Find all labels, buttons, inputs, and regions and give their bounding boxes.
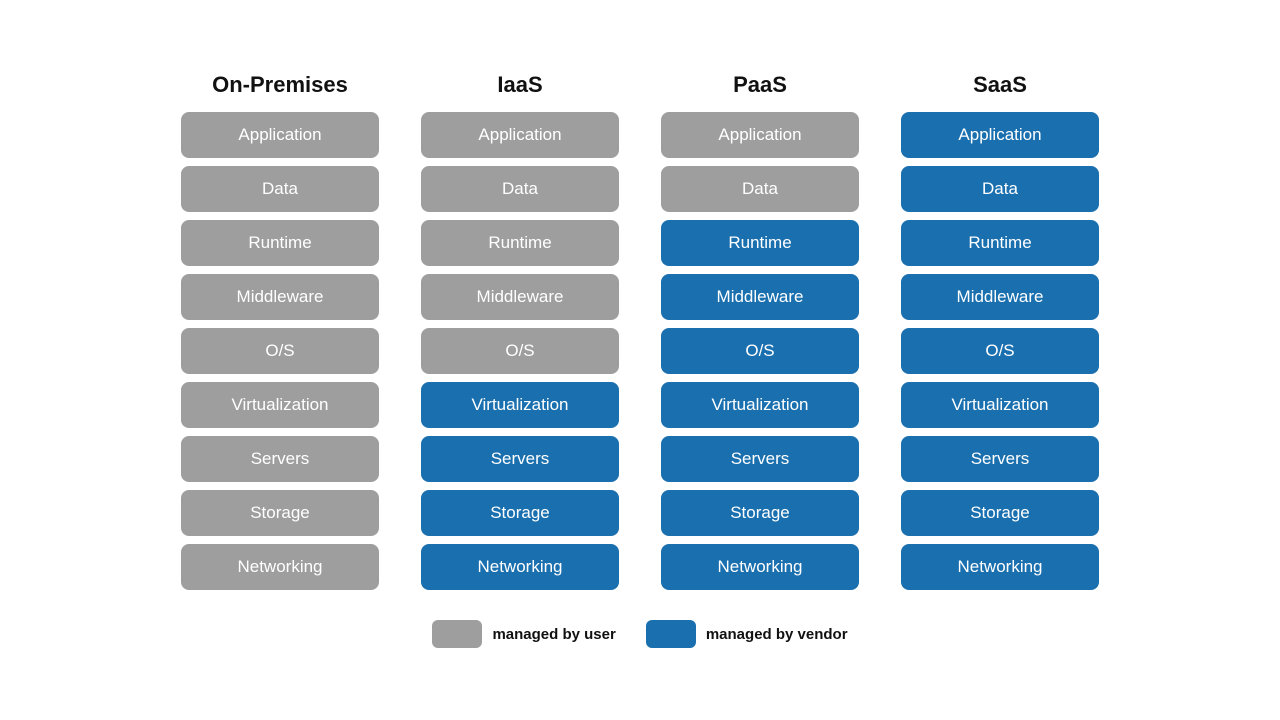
tier-on-premises-storage: Storage — [181, 490, 379, 536]
column-header-on-premises: On-Premises — [212, 72, 348, 98]
tier-iaas-middleware: Middleware — [421, 274, 619, 320]
tier-on-premises-o-s: O/S — [181, 328, 379, 374]
tier-iaas-runtime: Runtime — [421, 220, 619, 266]
tier-paas-storage: Storage — [661, 490, 859, 536]
legend-user-label: managed by user — [492, 626, 615, 643]
tier-saas-virtualization: Virtualization — [901, 382, 1099, 428]
tier-on-premises-application: Application — [181, 112, 379, 158]
column-header-iaas: IaaS — [497, 72, 542, 98]
diagram-container: On-Premises Application Data Runtime Middlew… — [0, 52, 1280, 668]
tier-on-premises-data: Data — [181, 166, 379, 212]
legend-vendor: managed by vendor — [646, 620, 848, 648]
tier-iaas-o-s: O/S — [421, 328, 619, 374]
column-iaas: IaaS Application Data Runtime Middleware O/S V… — [415, 72, 625, 598]
tier-saas-o-s: O/S — [901, 328, 1099, 374]
column-saas: SaaS Application Data Runtime Middleware O/S V… — [895, 72, 1105, 598]
tier-iaas-virtualization: Virtualization — [421, 382, 619, 428]
tier-paas-servers: Servers — [661, 436, 859, 482]
tier-paas-middleware: Middleware — [661, 274, 859, 320]
tier-saas-servers: Servers — [901, 436, 1099, 482]
column-paas: PaaS Application Data Runtime Middleware O/S V… — [655, 72, 865, 598]
column-header-paas: PaaS — [733, 72, 787, 98]
tier-on-premises-networking: Networking — [181, 544, 379, 590]
tier-saas-data: Data — [901, 166, 1099, 212]
tier-paas-data: Data — [661, 166, 859, 212]
legend-vendor-box — [646, 620, 696, 648]
legend: managed by user managed by vendor — [432, 620, 847, 648]
tier-iaas-servers: Servers — [421, 436, 619, 482]
tier-iaas-data: Data — [421, 166, 619, 212]
legend-vendor-label: managed by vendor — [706, 626, 848, 643]
tier-saas-runtime: Runtime — [901, 220, 1099, 266]
tier-paas-runtime: Runtime — [661, 220, 859, 266]
tier-paas-application: Application — [661, 112, 859, 158]
tier-iaas-application: Application — [421, 112, 619, 158]
tier-on-premises-middleware: Middleware — [181, 274, 379, 320]
legend-user: managed by user — [432, 620, 615, 648]
column-header-saas: SaaS — [973, 72, 1027, 98]
tier-paas-virtualization: Virtualization — [661, 382, 859, 428]
tier-iaas-networking: Networking — [421, 544, 619, 590]
tier-saas-storage: Storage — [901, 490, 1099, 536]
tier-iaas-storage: Storage — [421, 490, 619, 536]
tier-saas-middleware: Middleware — [901, 274, 1099, 320]
tier-on-premises-servers: Servers — [181, 436, 379, 482]
tier-on-premises-runtime: Runtime — [181, 220, 379, 266]
columns-wrapper: On-Premises Application Data Runtime Middlew… — [40, 72, 1240, 598]
legend-user-box — [432, 620, 482, 648]
tier-paas-o-s: O/S — [661, 328, 859, 374]
tier-on-premises-virtualization: Virtualization — [181, 382, 379, 428]
column-on-premises: On-Premises Application Data Runtime Middlew… — [175, 72, 385, 598]
tier-saas-application: Application — [901, 112, 1099, 158]
tier-paas-networking: Networking — [661, 544, 859, 590]
tier-saas-networking: Networking — [901, 544, 1099, 590]
